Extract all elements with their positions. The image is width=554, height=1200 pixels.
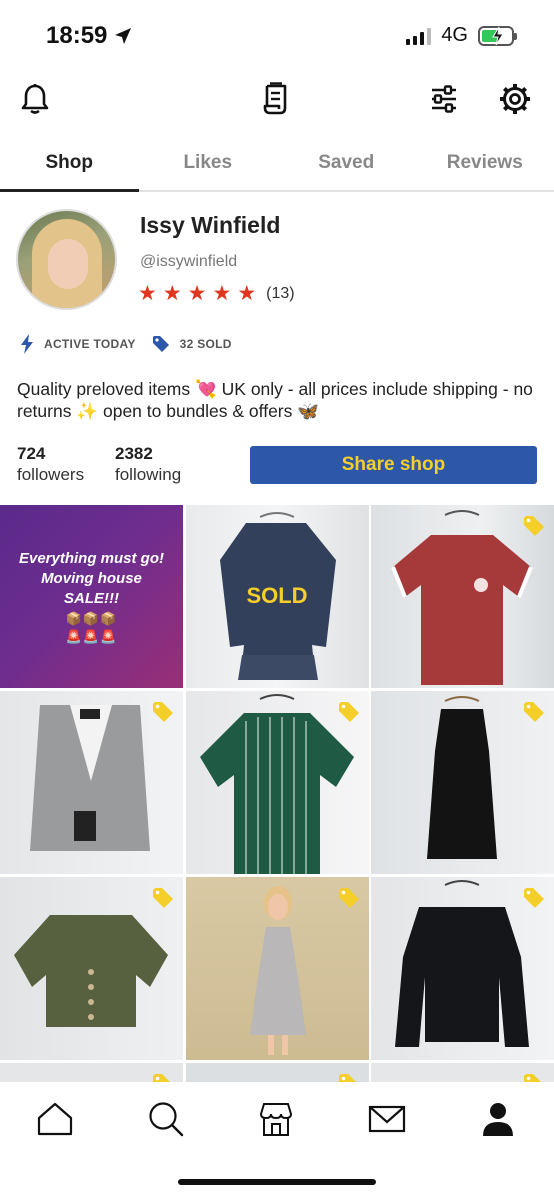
- price-tag-icon: [153, 1074, 170, 1082]
- star-icon: ★: [138, 282, 157, 305]
- rating[interactable]: ★ ★ ★ ★ ★ (13): [138, 283, 295, 304]
- location-arrow-icon: [115, 28, 132, 44]
- price-tag-icon: [153, 702, 173, 722]
- orders-receipt-icon[interactable]: [259, 82, 293, 116]
- active-today-badge: ACTIVE TODAY: [20, 334, 136, 354]
- price-tag-icon: [338, 702, 359, 722]
- price-tag-icon: [152, 336, 169, 352]
- price-tag-icon: [338, 1074, 356, 1082]
- settings-gear-icon[interactable]: [498, 82, 532, 116]
- following-label: following: [115, 465, 182, 484]
- top-toolbar: [0, 76, 554, 122]
- following-count: 2382: [115, 444, 153, 463]
- product-grid: Everything must go! Moving house SALE!!!…: [0, 505, 554, 1082]
- status-bar: 18:59 4G: [0, 0, 554, 70]
- promo-emoji-row: 🚨🚨🚨: [65, 628, 118, 644]
- price-tag-icon: [524, 888, 544, 908]
- bell-icon[interactable]: [18, 82, 52, 116]
- sold-label: SOLD: [246, 583, 308, 608]
- promo-emoji-row: 📦📦📦: [65, 610, 118, 626]
- product-tile[interactable]: SOLD: [185, 505, 369, 688]
- star-icon: ★: [187, 282, 207, 305]
- price-tag-icon: [524, 516, 544, 536]
- price-tag-icon: [338, 888, 359, 908]
- promo-text: Everything must go! Moving house SALE!!!: [18, 549, 164, 607]
- promo-tile[interactable]: Everything must go! Moving house SALE!!!…: [0, 505, 183, 688]
- star-icon: ★: [212, 282, 232, 305]
- tab-likes[interactable]: Likes: [139, 138, 278, 190]
- status-time: 18:59: [46, 22, 133, 50]
- tab-shop[interactable]: Shop: [0, 138, 139, 192]
- star-icon: ★: [237, 282, 257, 305]
- sold-count-label: 32 SOLD: [179, 337, 232, 351]
- share-shop-button[interactable]: Share shop: [250, 446, 537, 484]
- filters-sliders-icon[interactable]: [427, 82, 461, 116]
- clock-text: 18:59: [46, 22, 108, 49]
- product-tile[interactable]: [185, 691, 369, 874]
- tab-reviews[interactable]: Reviews: [416, 138, 554, 190]
- rating-count: (13): [266, 284, 295, 302]
- product-tile[interactable]: [185, 1063, 369, 1082]
- mail-icon[interactable]: [367, 1099, 407, 1139]
- home-icon[interactable]: [35, 1099, 75, 1139]
- profile-name: Issy Winfield: [140, 212, 281, 238]
- product-tile[interactable]: [0, 691, 183, 874]
- product-tile[interactable]: [371, 877, 554, 1060]
- following-stat[interactable]: 2382 following: [115, 444, 181, 485]
- product-tile[interactable]: [371, 1063, 554, 1082]
- profile-tabs: Shop Likes Saved Reviews: [0, 138, 554, 192]
- followers-label: followers: [17, 465, 85, 484]
- product-tile[interactable]: [0, 1063, 183, 1082]
- shop-icon[interactable]: [256, 1099, 296, 1139]
- product-tile[interactable]: [371, 505, 554, 688]
- lightning-icon: [21, 334, 33, 354]
- product-tile[interactable]: [371, 691, 554, 874]
- profile-icon[interactable]: [478, 1099, 518, 1139]
- active-today-label: ACTIVE TODAY: [44, 337, 136, 351]
- price-tag-icon: [524, 1074, 541, 1082]
- product-tile[interactable]: [185, 877, 369, 1060]
- seller-badges: ACTIVE TODAY 32 SOLD: [20, 334, 248, 354]
- star-icon: ★: [162, 282, 182, 305]
- sold-count-badge: 32 SOLD: [152, 335, 232, 353]
- price-tag-icon: [153, 888, 173, 908]
- avatar[interactable]: [16, 209, 117, 310]
- tab-saved[interactable]: Saved: [277, 138, 416, 190]
- product-tile[interactable]: [0, 877, 183, 1060]
- battery-icon: [478, 25, 517, 46]
- profile-handle: @issywinfield: [140, 253, 238, 270]
- price-tag-icon: [524, 702, 544, 722]
- network-label: 4G: [441, 24, 468, 46]
- followers-stat[interactable]: 724 followers: [17, 444, 84, 485]
- signal-icon: [406, 27, 432, 45]
- search-icon[interactable]: [146, 1099, 186, 1139]
- home-indicator: [178, 1179, 376, 1185]
- followers-count: 724: [17, 444, 46, 463]
- status-indicators: 4G: [406, 24, 517, 47]
- profile-bio: Quality preloved items 💘 UK only - all p…: [17, 379, 533, 421]
